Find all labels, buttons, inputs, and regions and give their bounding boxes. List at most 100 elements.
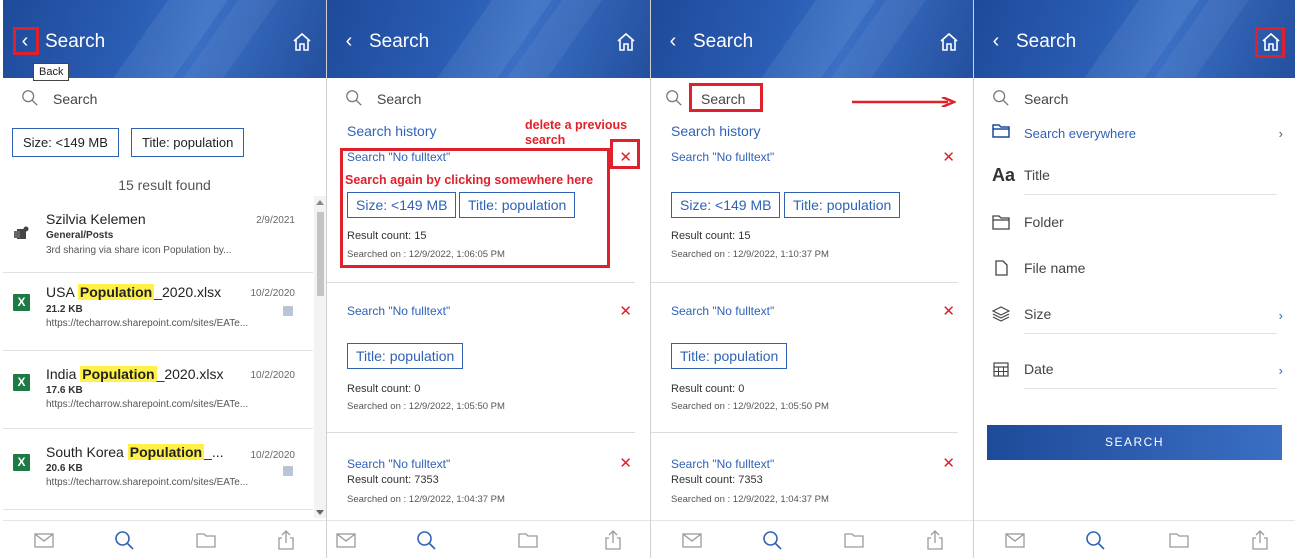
mail-icon[interactable] [1004,529,1026,551]
delete-history-button[interactable]: ✕ [942,148,955,166]
result-item[interactable]: X India Population _2020.xlsx 10/2/2020 1… [3,352,313,429]
option-title[interactable]: Aa Title [974,155,1295,195]
delete-history-button[interactable]: ✕ [942,454,955,472]
search-bar[interactable]: Search [327,86,650,112]
search-button[interactable]: SEARCH [987,425,1282,460]
header-title: Search [1016,31,1077,52]
search-bar[interactable]: Search [974,86,1295,112]
history-entry-title[interactable]: Search "No fulltext" [347,457,450,471]
app-header: ‹ Search [651,0,973,78]
search-highlight: Population [77,284,155,300]
scroll-down-arrow[interactable] [316,510,324,515]
history-result-count: Result count: 7353 [347,474,439,486]
divider [1024,194,1277,195]
delete-button-highlight [610,139,640,169]
search-icon [993,90,1009,106]
chevron-right-icon: › [1278,126,1283,141]
search-again-highlight [340,148,610,268]
panel-search-history: ‹ Search Search Search history Search "N… [651,0,974,558]
folder-icon [992,124,1010,138]
search-input[interactable]: Search [53,91,97,107]
back-button[interactable]: ‹ [337,30,361,54]
header-title: Search [45,31,106,52]
home-icon[interactable] [937,30,961,54]
search-icon[interactable] [113,529,135,551]
search-input[interactable]: Search [1024,91,1068,107]
scrollbar-thumb[interactable] [317,212,324,296]
result-item[interactable]: X South Korea Population _... 10/2/2020 2… [3,430,313,510]
result-size: 21.2 KB [46,304,83,315]
result-item[interactable]: X USA Population _2020.xlsx 10/2/2020 21.… [3,274,313,351]
divider [651,282,958,283]
option-size[interactable]: Size › [974,294,1295,334]
option-date[interactable]: Date › [974,349,1295,389]
filter-chip-size[interactable]: Size: <149 MB [671,192,781,218]
filter-chip-title[interactable]: Title: population [671,343,788,369]
result-snippet: 3rd sharing via share icon Population by… [46,245,232,256]
mail-icon[interactable] [33,529,55,551]
divider [1024,388,1277,389]
option-label: File name [1024,260,1086,276]
folder-icon[interactable] [517,529,539,551]
share-icon[interactable] [275,529,297,551]
share-icon[interactable] [1249,529,1271,551]
panel-search-results: ‹ Search Back Search Size: <149 MB Title… [3,0,327,558]
divider [651,432,958,433]
mail-icon[interactable] [681,529,703,551]
search-scope-row[interactable]: Search everywhere › [974,114,1295,144]
search-bar[interactable]: Search [3,86,326,112]
history-entry-title[interactable]: Search "No fulltext" [671,150,774,164]
share-icon[interactable] [924,529,946,551]
history-entry-title[interactable]: Search "No fulltext" [671,457,774,471]
header-title: Search [693,31,754,52]
delete-history-button[interactable]: ✕ [942,302,955,320]
back-button[interactable]: ‹ [661,30,685,54]
history-date: Searched on : 12/9/2022, 1:04:37 PM [347,494,505,505]
option-label: Size [1024,306,1052,322]
history-entry-title[interactable]: Search "No fulltext" [347,304,450,318]
history-entry-title[interactable]: Search "No fulltext" [671,304,774,318]
result-item[interactable]: Szilvia Kelemen 2/9/2021 General/Posts 3… [3,203,313,273]
home-icon[interactable] [614,30,638,54]
folder-icon[interactable] [1168,529,1190,551]
divider [327,282,635,283]
search-icon[interactable] [1084,529,1106,551]
file-icon [995,260,1008,276]
option-folder[interactable]: Folder [974,202,1295,242]
option-file-name[interactable]: File name [974,248,1295,288]
home-icon[interactable] [1259,30,1283,54]
share-icon[interactable] [602,529,624,551]
filter-chip-title[interactable]: Title: population [131,128,245,157]
search-highlight: Population [127,444,205,460]
home-icon[interactable] [290,30,314,54]
search-icon[interactable] [761,529,783,551]
history-result-count: Result count: 0 [347,383,421,395]
result-date: 2/9/2021 [256,215,295,226]
result-title-pre: USA [46,284,78,300]
mail-icon[interactable] [335,529,357,551]
search-input[interactable]: Search [377,91,421,107]
filter-chip-size[interactable]: Size: <149 MB [12,128,119,157]
result-date: 10/2/2020 [250,450,296,461]
bottom-tab-bar [974,520,1295,558]
filter-chip-title[interactable]: Title: population [784,192,901,218]
scroll-up-arrow[interactable] [316,200,324,205]
scrollbar[interactable] [314,196,326,518]
result-url: https://techarrow.sharepoint.com/sites/E… [46,399,249,410]
folder-icon [992,215,1010,230]
search-history-heading: Search history [671,123,761,139]
folder-icon[interactable] [195,529,217,551]
filter-chip-title[interactable]: Title: population [347,343,464,369]
excel-icon: X [13,374,30,391]
result-url: https://techarrow.sharepoint.com/sites/E… [46,318,249,329]
bottom-tab-bar [327,520,650,558]
search-icon[interactable] [415,529,437,551]
folder-icon[interactable] [843,529,865,551]
search-icon [22,90,38,106]
title-icon: Aa [992,165,1016,185]
back-button[interactable]: ‹ [984,30,1008,54]
result-title: India Population _2020.xlsx [46,366,224,382]
delete-history-button[interactable]: ✕ [619,302,632,320]
back-button[interactable]: ‹ [13,30,37,54]
delete-history-button[interactable]: ✕ [619,454,632,472]
